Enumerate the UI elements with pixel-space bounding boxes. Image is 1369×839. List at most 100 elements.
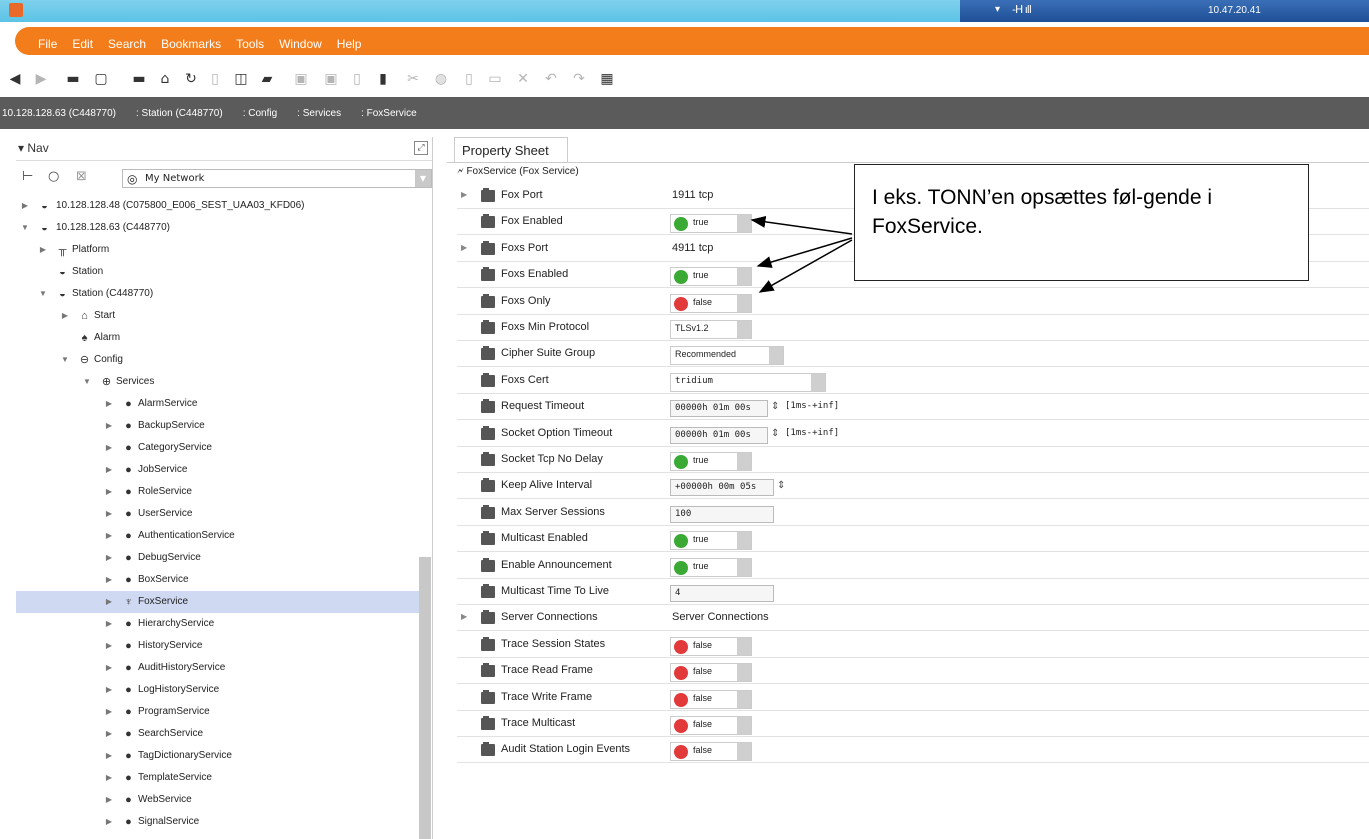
new-document-icon[interactable]: ▮ — [374, 70, 392, 88]
cut-icon[interactable]: ✂ — [404, 70, 422, 88]
chevron-down-icon[interactable] — [737, 215, 751, 233]
expand-icon[interactable]: ▶ — [104, 613, 114, 635]
breadcrumb-services[interactable]: : Services — [297, 108, 341, 119]
expand-icon[interactable]: ▶ — [104, 481, 114, 503]
expand-icon[interactable]: ▶ — [104, 635, 114, 657]
tree-item[interactable]: ▶ ● CategoryService — [16, 437, 419, 459]
duration-input[interactable]: 00000h 01m 00s — [670, 400, 768, 418]
chevron-down-icon[interactable] — [737, 664, 751, 682]
expand-icon[interactable]: ▶ — [104, 723, 114, 745]
tree-item[interactable]: ▶ ● BoxService — [16, 569, 419, 591]
chevron-down-icon[interactable] — [811, 373, 825, 391]
tree-item[interactable]: ◒ Station — [16, 261, 419, 283]
property-select[interactable]: Recommended — [670, 346, 784, 366]
tree-icon[interactable]: ⊢ — [22, 169, 33, 184]
duplicate-icon[interactable]: ▭ — [486, 70, 504, 88]
window-icon[interactable]: ▢ — [92, 70, 110, 88]
number-input[interactable]: 4 — [670, 585, 774, 602]
expand-icon[interactable]: ▶ — [104, 459, 114, 481]
menu-search[interactable]: Search — [108, 37, 146, 51]
collapse-icon[interactable]: ▼ — [20, 217, 30, 239]
spinner-icon[interactable]: ⇕ — [771, 428, 779, 439]
breadcrumb-station[interactable]: : Station (C448770) — [136, 108, 223, 119]
tree-item[interactable]: ▼ ◒ Station (C448770) — [16, 283, 419, 305]
tree-item[interactable]: ▶ ● AuditHistoryService — [16, 657, 419, 679]
tree-item[interactable]: ▶ ● HistoryService — [16, 635, 419, 657]
breadcrumb-foxservice[interactable]: : FoxService — [361, 108, 417, 119]
folder-icon[interactable]: ▬ — [64, 70, 82, 88]
tree-item[interactable]: ▼ ⊖ Config — [16, 349, 419, 371]
breadcrumb-host[interactable]: 10.128.128.63 (C448770) — [2, 108, 116, 119]
chevron-down-icon[interactable] — [737, 743, 751, 761]
menu-edit[interactable]: Edit — [72, 37, 93, 51]
chevron-down-icon[interactable] — [737, 532, 751, 550]
spinner-icon[interactable]: ⇕ — [777, 480, 785, 491]
delete-icon[interactable]: ✕ — [514, 70, 532, 88]
tree-item[interactable]: ▶ ● AlarmService — [16, 393, 419, 415]
expand-icon[interactable]: ▶ — [104, 437, 114, 459]
copy-icon[interactable]: ▯ — [206, 70, 224, 88]
menu-file[interactable]: File — [38, 37, 57, 51]
chevron-down-icon[interactable] — [769, 347, 783, 365]
refresh-icon[interactable]: ○ — [48, 169, 59, 184]
chevron-down-icon[interactable] — [737, 294, 751, 312]
back-icon[interactable]: ◀ — [6, 70, 24, 88]
menu-window[interactable]: Window — [279, 37, 322, 51]
bool-select[interactable]: false — [670, 716, 752, 735]
chevron-down-icon[interactable]: ▼ — [415, 170, 431, 187]
duration-input[interactable]: 00000h 01m 00s — [670, 426, 768, 444]
tree-item[interactable]: ▶ ⌂ Start — [16, 305, 419, 327]
chevron-down-icon[interactable] — [737, 268, 751, 286]
bool-select[interactable]: false — [670, 689, 752, 709]
bool-select[interactable]: true — [670, 452, 752, 471]
spinner-icon[interactable]: ⇕ — [771, 401, 779, 412]
tree-item[interactable]: ▶ ● WebService — [16, 789, 419, 811]
bool-select[interactable]: false — [670, 293, 752, 313]
tree-item[interactable]: ▼ ◒ 10.128.128.63 (C448770) — [16, 217, 419, 239]
chevron-down-icon[interactable] — [737, 321, 751, 338]
property-root[interactable]: 🗲 FoxService (Fox Service) — [457, 166, 579, 177]
expand-icon[interactable]: ▶ — [104, 679, 114, 701]
expand-icon[interactable]: ▶ — [104, 811, 114, 833]
expand-icon[interactable]: ▶ — [461, 243, 467, 252]
tree-item[interactable]: ▶ ● TagDictionaryService — [16, 745, 419, 767]
tree-item[interactable]: ▶ ● BackupService — [16, 415, 419, 437]
expand-icon[interactable]: ▶ — [104, 393, 114, 415]
tree-item[interactable]: ▶ ● AuthenticationService — [16, 525, 419, 547]
tree-item[interactable]: ▶ ● SignalService — [16, 811, 419, 833]
property-select[interactable]: tridium — [670, 372, 826, 392]
expand-icon[interactable]: ▶ — [461, 612, 467, 621]
forward-icon[interactable]: ▶ — [32, 70, 50, 88]
bool-select[interactable]: true — [670, 214, 752, 234]
bool-select[interactable]: false — [670, 663, 752, 683]
network-select[interactable]: ◎ My Network ▼ — [122, 169, 432, 188]
tab-property-sheet[interactable]: Property Sheet — [454, 137, 568, 163]
bool-select[interactable]: true — [670, 557, 752, 577]
maximize-icon[interactable]: ⤢ — [414, 141, 428, 155]
collapse-icon[interactable]: ▼ — [38, 283, 48, 305]
number-input[interactable]: 100 — [670, 505, 774, 523]
expand-icon[interactable]: ▶ — [104, 745, 114, 767]
tree-item[interactable]: ▼ ⊕ Services — [16, 371, 419, 393]
tree-item[interactable]: ▶ ╥ Platform — [16, 239, 419, 261]
menu-help[interactable]: Help — [337, 37, 362, 51]
nav-title[interactable]: ▾ Nav — [18, 141, 49, 155]
collapse-icon[interactable]: ▼ — [82, 371, 92, 393]
expand-icon[interactable]: ▶ — [60, 305, 70, 327]
tree-item[interactable]: ▶ ● ProgramService — [16, 701, 419, 723]
tree-item[interactable]: ▶ ◒ 10.128.128.48 (C075800_E006_SEST_UAA03… — [16, 195, 419, 217]
find-icon[interactable]: ◍ — [432, 70, 450, 88]
chevron-down-icon[interactable] — [737, 690, 751, 708]
tree-item[interactable]: ▶ ● DebugService — [16, 547, 419, 569]
property-select[interactable]: TLSv1.2 — [670, 320, 752, 339]
chevron-down-icon[interactable] — [737, 558, 751, 576]
tree-item[interactable]: ▶ ● SearchService — [16, 723, 419, 745]
expand-icon[interactable]: ▶ — [104, 569, 114, 591]
expand-icon[interactable]: ▶ — [104, 547, 114, 569]
redo-icon[interactable]: ↷ — [570, 70, 588, 88]
undo-icon[interactable]: ↶ — [542, 70, 560, 88]
menu-tools[interactable]: Tools — [236, 37, 264, 51]
bool-select[interactable]: true — [670, 531, 752, 551]
expand-icon[interactable]: ▶ — [38, 239, 48, 261]
tree-item[interactable]: ▶ ● LogHistoryService — [16, 679, 419, 701]
